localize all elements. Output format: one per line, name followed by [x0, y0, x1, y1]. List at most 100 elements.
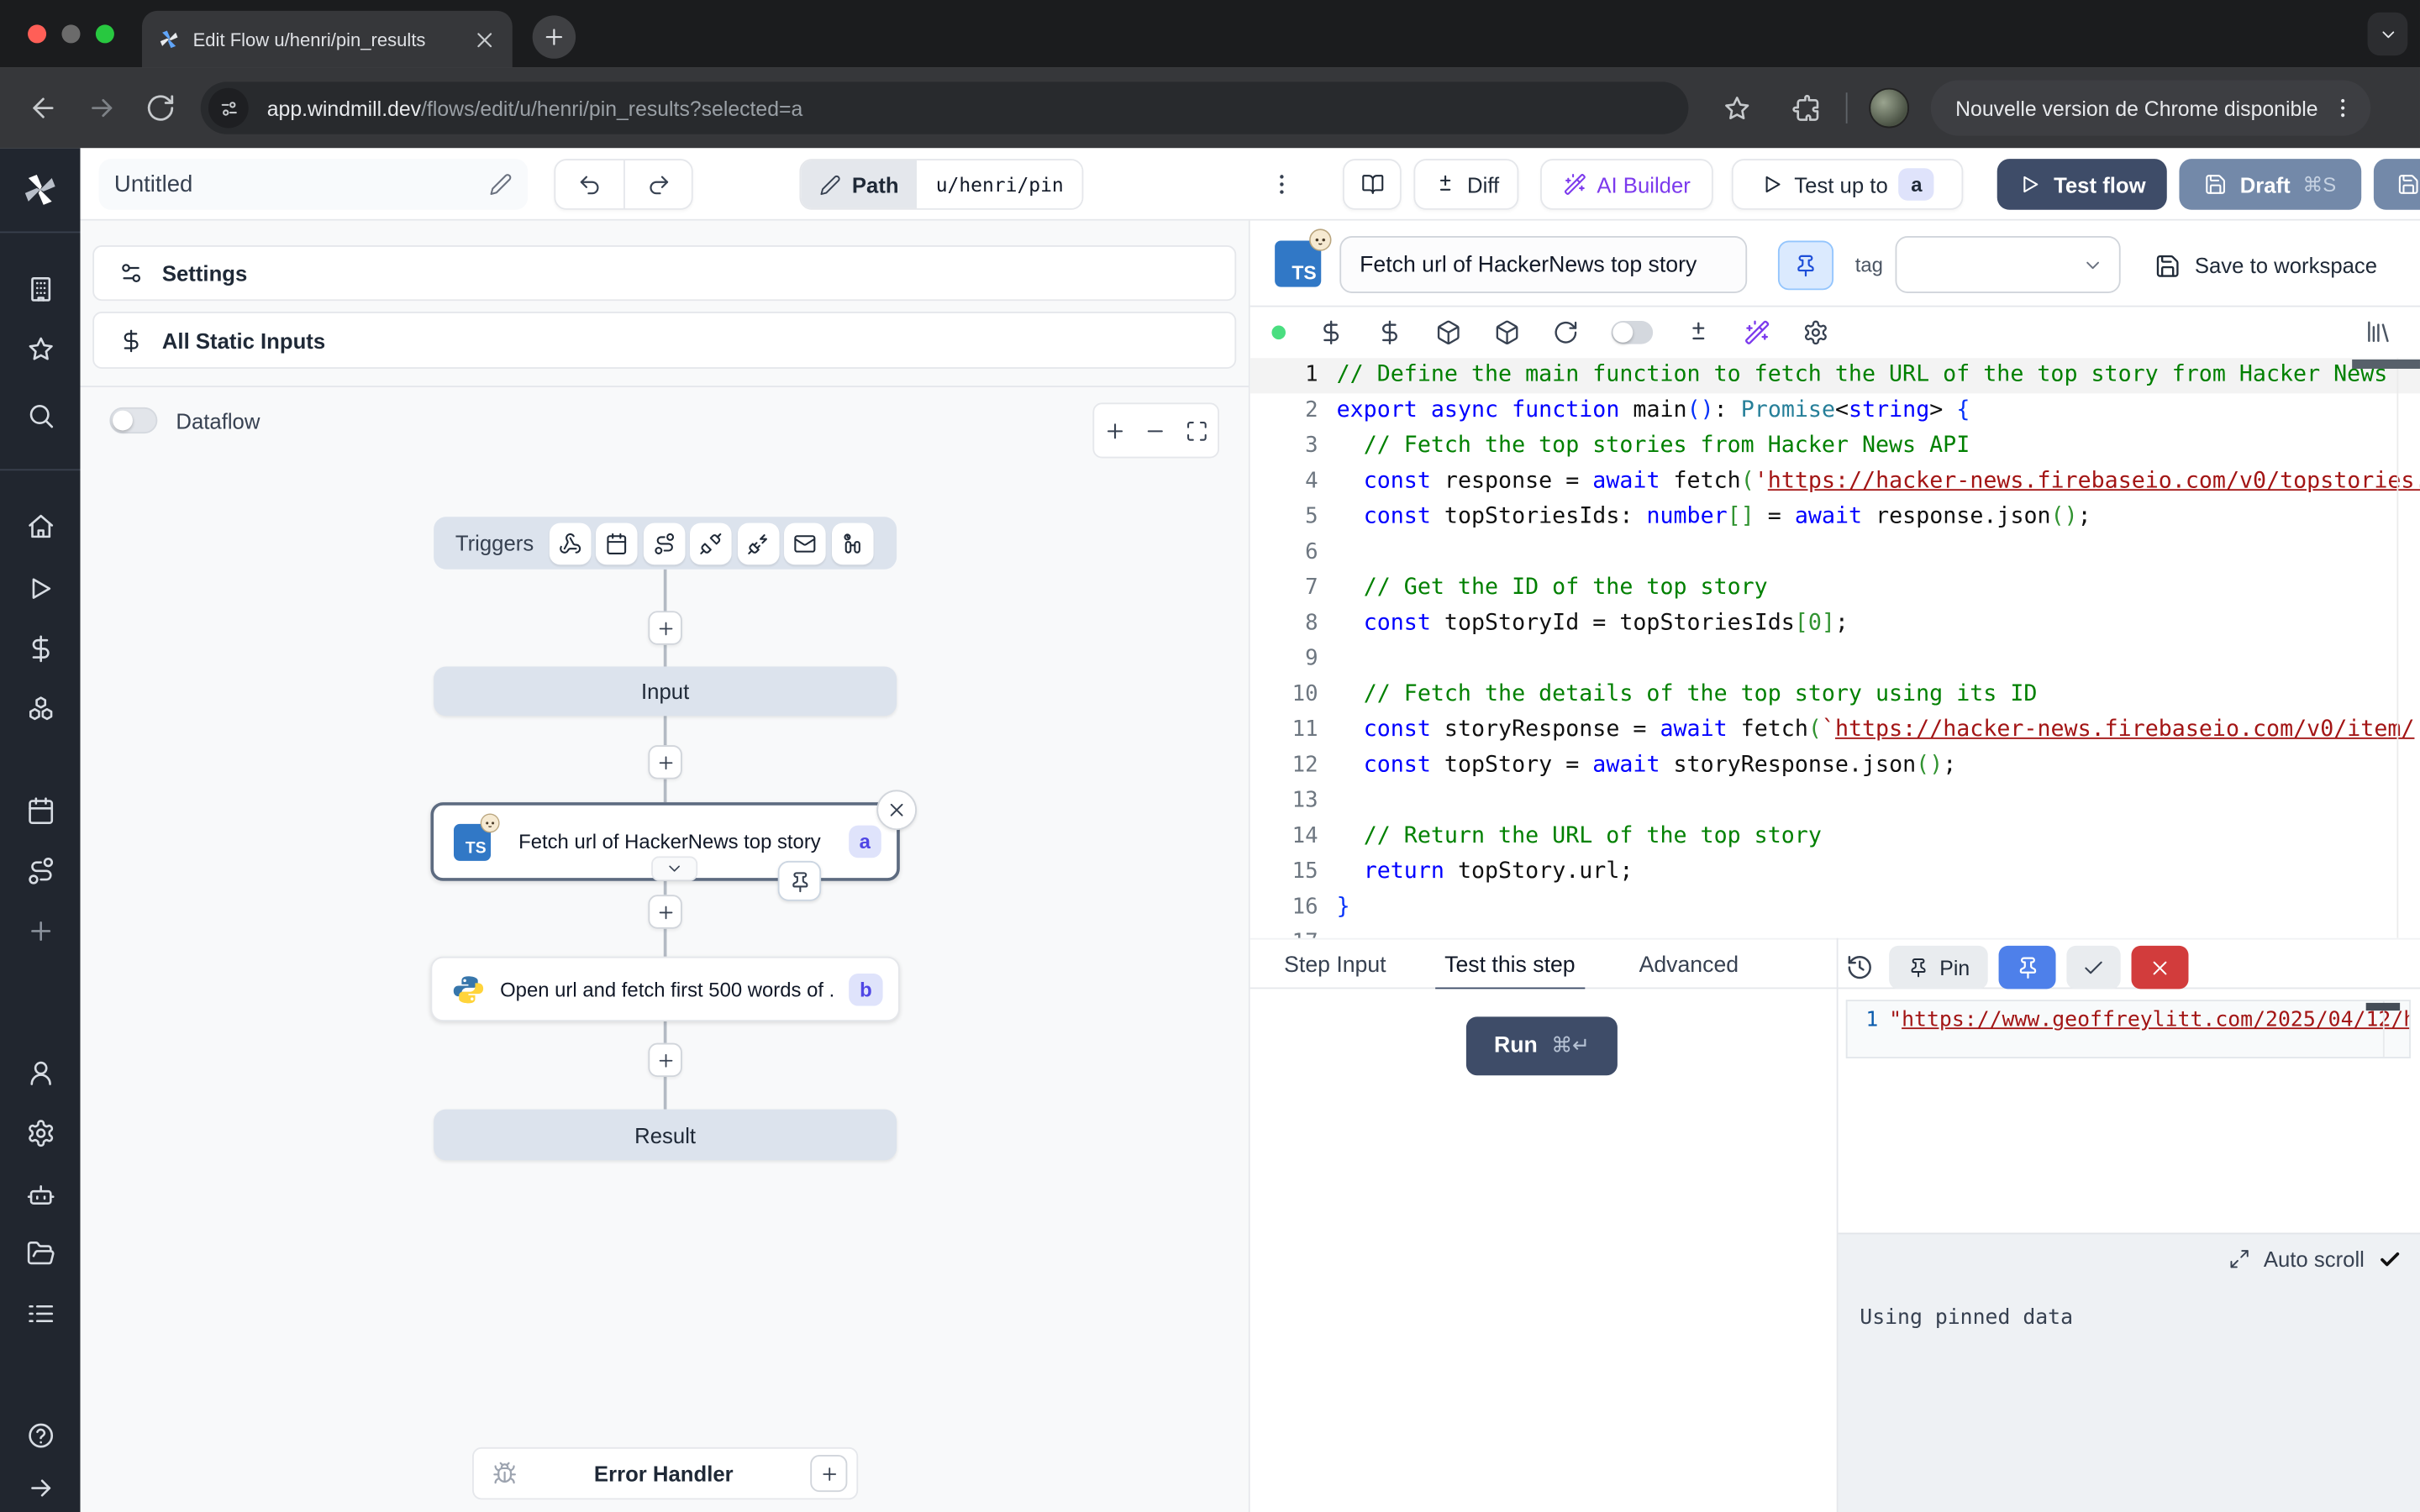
code-line[interactable]: 15 return topStory.url; [1250, 855, 2420, 890]
input-node[interactable]: Input [434, 666, 897, 716]
kebab-menu-icon[interactable] [2330, 96, 2354, 120]
runs-icon[interactable] [25, 574, 55, 603]
insert-step-button[interactable] [648, 611, 681, 644]
bookmark-icon[interactable] [1723, 93, 1752, 123]
step-title-input[interactable] [1339, 236, 1747, 293]
resources-icon[interactable] [25, 695, 55, 724]
tab-step-input[interactable]: Step Input [1284, 940, 1386, 991]
script-library-icon[interactable] [2365, 318, 2392, 345]
save-to-workspace-button[interactable]: Save to workspace [2154, 241, 2377, 291]
code-line[interactable]: 1// Define the main function to fetch th… [1250, 358, 2420, 393]
tab-close-icon[interactable] [472, 27, 497, 51]
save-draft-button[interactable]: Draft ⌘S [2179, 159, 2361, 210]
insert-step-button[interactable] [648, 1043, 681, 1077]
macos-minimize-button[interactable] [61, 24, 80, 43]
schedules-icon[interactable] [25, 796, 55, 826]
insert-step-button[interactable] [648, 895, 681, 928]
editor-scrollbar[interactable] [2366, 1003, 2400, 1011]
extensions-icon[interactable] [1791, 93, 1821, 123]
lockfile-icon[interactable] [1494, 319, 1520, 345]
variables-icon[interactable] [1318, 319, 1344, 345]
settings-icon[interactable] [25, 1119, 55, 1148]
step-node-b[interactable]: Open url and fetch first 500 words of ..… [430, 957, 899, 1021]
remove-pin-button[interactable] [2132, 946, 2189, 989]
address-bar[interactable]: app.windmill.dev/flows/edit/u/henri/pin_… [201, 81, 1689, 134]
code-line[interactable]: 17 [1250, 926, 2420, 938]
edit-path-button[interactable]: Path [801, 160, 917, 208]
variables-icon[interactable] [25, 634, 55, 664]
routes-icon[interactable] [25, 856, 55, 885]
browser-tab[interactable]: Edit Flow u/henri/pin_results [142, 11, 513, 68]
schedule-icon[interactable] [597, 522, 639, 564]
test-flow-button[interactable]: Test flow [1997, 159, 2167, 210]
run-button[interactable]: Run ⌘↵ [1466, 1016, 1618, 1075]
collapse-step-button[interactable] [651, 856, 697, 880]
delete-step-button[interactable] [876, 790, 917, 830]
code-line[interactable]: 16} [1250, 890, 2420, 926]
code-line[interactable]: 4 const response = await fetch('https://… [1250, 465, 2420, 500]
pin-active-button[interactable] [1999, 946, 2056, 989]
search-icon[interactable] [25, 402, 55, 431]
undo-button[interactable] [555, 160, 623, 208]
pin-toggle-button[interactable] [1778, 241, 1833, 291]
code-line[interactable]: 8 const topStoryId = topStoriesIds[0]; [1250, 606, 2420, 642]
flow-name-field[interactable]: Untitled [99, 159, 529, 210]
diff-toggle[interactable] [1612, 321, 1654, 344]
site-settings-button[interactable] [208, 88, 249, 129]
workspace-icon[interactable] [25, 275, 55, 304]
redo-button[interactable] [623, 160, 692, 208]
code-editor[interactable]: 1// Define the main function to fetch th… [1250, 358, 2420, 938]
edit-pencil-icon[interactable] [489, 173, 513, 197]
code-line[interactable]: 6 [1250, 535, 2420, 570]
zoom-in-icon[interactable] [1103, 419, 1127, 443]
deploy-button[interactable]: Deploy [2374, 159, 2420, 210]
code-line[interactable]: 7 // Get the ID of the top story [1250, 571, 2420, 606]
more-options-button[interactable] [1262, 159, 1299, 210]
code-line[interactable]: 5 const topStoriesIds: number[] = await … [1250, 500, 2420, 535]
dataflow-toggle[interactable] [109, 407, 157, 433]
code-line[interactable]: 13 [1250, 784, 2420, 819]
error-handler-node[interactable]: Error Handler [472, 1447, 858, 1499]
ai-builder-button[interactable]: AI Builder [1540, 159, 1713, 210]
reload-icon[interactable] [145, 92, 176, 123]
help-icon[interactable] [25, 1421, 55, 1451]
tab-advanced[interactable]: Advanced [1639, 940, 1739, 991]
docs-button[interactable] [1343, 159, 1402, 210]
profile-avatar[interactable] [1869, 88, 1909, 129]
pinned-data-badge[interactable] [778, 861, 821, 901]
result-node[interactable]: Result [434, 1110, 897, 1161]
code-line[interactable]: 12 const topStory = await storyResponse.… [1250, 748, 2420, 784]
all-static-inputs-row[interactable]: All Static Inputs [92, 312, 1236, 369]
forward-icon[interactable] [87, 92, 118, 123]
ai-generate-icon[interactable] [1744, 319, 1770, 345]
webhook-icon[interactable] [550, 522, 592, 564]
favorites-icon[interactable] [25, 335, 55, 365]
diff-icon[interactable] [1686, 319, 1712, 345]
folders-icon[interactable] [25, 1239, 55, 1268]
code-line[interactable]: 3 // Fetch the top stories from Hacker N… [1250, 429, 2420, 465]
tag-select[interactable] [1896, 236, 2121, 293]
macos-close-button[interactable] [28, 24, 46, 43]
back-icon[interactable] [28, 92, 59, 123]
pinned-data-editor[interactable]: 1"https://www.geoffreylitt.com/2025/04/1… [1846, 1000, 2411, 1058]
code-line[interactable]: 11 const storyResponse = await fetch(`ht… [1250, 713, 2420, 748]
add-icon[interactable] [25, 916, 55, 946]
package-icon[interactable] [1435, 319, 1461, 345]
zoom-out-icon[interactable] [1144, 419, 1168, 443]
email-icon[interactable] [785, 522, 827, 564]
home-icon[interactable] [25, 512, 55, 542]
logs-icon[interactable] [25, 1299, 55, 1329]
code-line[interactable]: 9 [1250, 642, 2420, 677]
insert-step-button[interactable] [648, 745, 681, 779]
new-tab-button[interactable] [533, 15, 576, 58]
tab-test-this-step[interactable]: Test this step [1444, 940, 1575, 991]
chrome-update-button[interactable]: Nouvelle version de Chrome disponible [1931, 81, 2370, 136]
flow-settings-row[interactable]: Settings [92, 245, 1236, 301]
pin-button[interactable]: Pin [1889, 946, 1988, 989]
macos-zoom-button[interactable] [96, 24, 114, 43]
route-icon[interactable] [644, 522, 686, 564]
code-line[interactable]: 2export async function main(): Promise<s… [1250, 393, 2420, 428]
accept-pin-button[interactable] [2066, 946, 2120, 989]
resources-icon[interactable] [1376, 319, 1402, 345]
expand-sidebar-icon[interactable] [25, 1473, 55, 1503]
